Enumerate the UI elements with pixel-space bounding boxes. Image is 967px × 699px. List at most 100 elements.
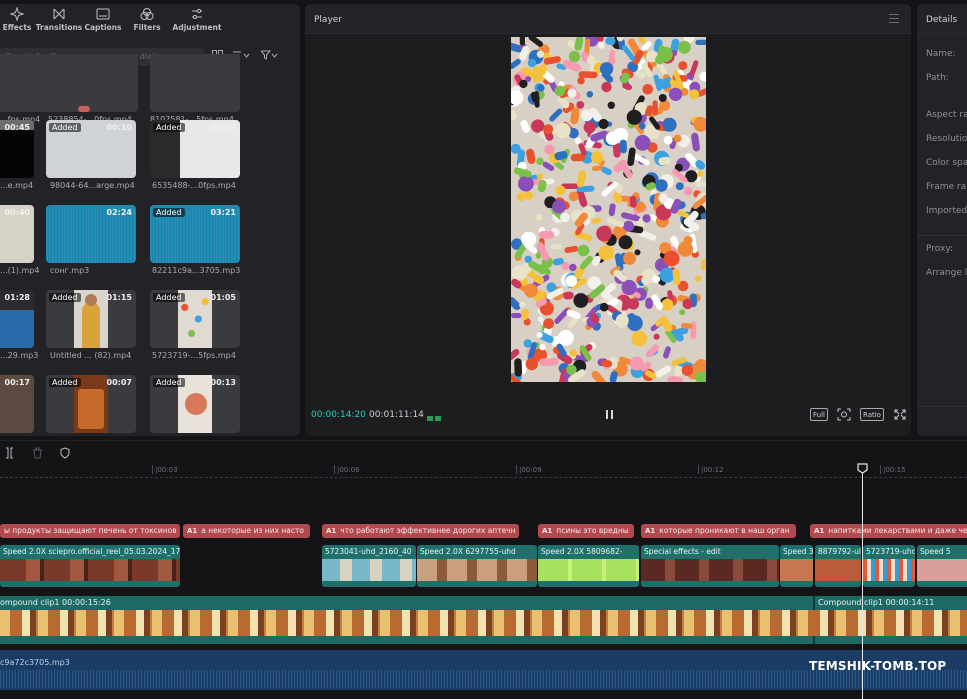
added-badge: Added bbox=[153, 293, 185, 302]
watermark: TEMSHIK-TOMB.TOP bbox=[809, 659, 947, 673]
shield-icon[interactable] bbox=[60, 447, 70, 459]
video-clip[interactable]: Speed 2.0X 5809682- bbox=[538, 545, 639, 587]
media-thumbnail bbox=[150, 54, 240, 112]
full-button[interactable]: Full bbox=[810, 408, 828, 421]
text-clip[interactable]: A1 напитками лекарствами и даже че bbox=[810, 524, 967, 538]
media-duration: 00:40 bbox=[4, 208, 30, 217]
text-clip-label: напитками лекарствами и даже че bbox=[828, 526, 967, 535]
divider bbox=[917, 235, 967, 236]
audio-level-icon bbox=[427, 410, 443, 421]
media-duration: 01:05 bbox=[210, 293, 236, 302]
media-item[interactable]: 01:28 ...29.mp3 bbox=[0, 290, 38, 360]
added-badge: Added bbox=[49, 293, 81, 302]
fullscreen-icon[interactable] bbox=[893, 408, 907, 421]
text-track: ы продукты защищают печень от токсинов A… bbox=[0, 524, 967, 540]
video-clip[interactable]: Speed 2.0X 6297755-uhd bbox=[417, 545, 537, 587]
text-clip[interactable]: ы продукты защищают печень от токсинов bbox=[0, 524, 180, 538]
media-thumbnail: Added 00:16 bbox=[150, 120, 240, 178]
tab-filters[interactable]: Filters bbox=[126, 4, 168, 38]
filter-icon[interactable] bbox=[261, 50, 279, 60]
text-clip-label: что работают эффективнее дорогих аптечн bbox=[340, 526, 516, 535]
media-duration: 03:21 bbox=[210, 208, 236, 217]
media-duration: 00:07 bbox=[106, 378, 132, 387]
text-clip-label: ы продукты защищают печень от токсинов bbox=[4, 526, 177, 535]
zoom-icon[interactable] bbox=[837, 408, 851, 421]
added-badge: Added bbox=[49, 378, 81, 387]
timeline-ruler[interactable]: |00:03 |00:06 |00:09 |00:12 |00:15 bbox=[0, 464, 967, 478]
detail-imported: Imported bbox=[926, 206, 967, 216]
video-clip[interactable]: 5723041-uhd_2160_40 bbox=[322, 545, 416, 587]
media-duration: 01:15 bbox=[106, 293, 132, 302]
media-item[interactable]: 00:40 ...(1).mp4 bbox=[0, 205, 39, 275]
player-panel: Player 00:00:14:20 00:01:11:14 Full Rati… bbox=[305, 4, 911, 436]
media-thumbnail: Added 01:05 bbox=[150, 290, 240, 348]
media-duration: 00:45 bbox=[4, 123, 30, 132]
media-thumbnail: 02:24 bbox=[46, 205, 136, 263]
video-clip[interactable]: Speed 5 bbox=[917, 545, 967, 587]
text-clip-label: которые проникают в наш орган bbox=[659, 526, 790, 535]
sliders-icon bbox=[192, 8, 202, 20]
details-panel: Details Name: Path: Aspect ra Resolutio … bbox=[917, 4, 967, 436]
media-duration: 00:13 bbox=[210, 378, 236, 387]
delete-icon[interactable] bbox=[32, 447, 43, 459]
media-duration: 02:24 bbox=[106, 208, 132, 217]
text-clip[interactable]: A1 которые проникают в наш орган bbox=[641, 524, 796, 538]
video-clip[interactable]: Special effects - edit bbox=[641, 545, 779, 587]
split-icon[interactable] bbox=[5, 447, 14, 459]
text-clip[interactable]: A1 псины это вредны bbox=[538, 524, 634, 538]
text-clip-label: а некоторые из них насто bbox=[201, 526, 304, 535]
media-item-name: 5723719-...5fps.mp4 bbox=[152, 351, 236, 360]
video-clip[interactable]: 8879792-ul bbox=[815, 545, 861, 587]
media-thumbnail: Added 03:21 bbox=[150, 205, 240, 263]
detail-aspect: Aspect ra bbox=[926, 110, 967, 120]
text-clip[interactable]: A1 что работают эффективнее дорогих аптеч… bbox=[322, 524, 519, 538]
media-item[interactable]: Added 00:13 bbox=[150, 375, 240, 436]
ruler-tick: |00:15 bbox=[880, 465, 906, 474]
tab-label: Filters bbox=[133, 23, 161, 32]
video-preview[interactable] bbox=[511, 37, 706, 382]
player-header: Player bbox=[305, 4, 911, 34]
playhead-handle-icon[interactable] bbox=[857, 463, 868, 474]
tab-adjustment[interactable]: Adjustment bbox=[170, 4, 224, 38]
media-thumbnail: 01:28 bbox=[0, 290, 34, 348]
media-item[interactable]: 00:17 bbox=[0, 375, 34, 436]
player-title: Player bbox=[314, 15, 343, 25]
pause-icon[interactable] bbox=[606, 410, 614, 419]
media-thumbnail: Added 00:13 bbox=[150, 375, 240, 433]
captions-icon bbox=[96, 8, 110, 20]
video-clip[interactable]: Speed 2.0X sciepro.official_reel_05.03.2… bbox=[0, 545, 180, 587]
media-item[interactable]: Added 03:21 82211c9a...3705.mp3 bbox=[150, 205, 240, 275]
current-time: 00:00:14:20 bbox=[311, 410, 366, 420]
tab-transitions[interactable]: Transitions bbox=[36, 4, 82, 38]
media-item[interactable]: 02:24 сонг.mp3 bbox=[46, 205, 136, 275]
detail-framerate: Frame ra bbox=[926, 182, 967, 192]
video-clip-label: Speed 2.0X 6297755-uhd bbox=[420, 547, 516, 556]
media-item[interactable]: Added 01:05 5723719-...5fps.mp4 bbox=[150, 290, 240, 360]
added-badge: Added bbox=[153, 208, 185, 217]
ratio-button[interactable]: Ratio bbox=[859, 408, 884, 421]
media-thumbnail: 00:45 bbox=[0, 120, 34, 178]
video-track: Speed 2.0X sciepro.official_reel_05.03.2… bbox=[0, 545, 967, 587]
tab-effects[interactable]: Effects bbox=[0, 4, 34, 38]
video-clip[interactable]: 5723719-uhd bbox=[863, 545, 915, 587]
media-item[interactable]: 5238854-...0fps.mp4 bbox=[48, 54, 138, 124]
tab-captions[interactable]: Captions bbox=[82, 4, 124, 38]
pills-image bbox=[511, 37, 706, 382]
media-item[interactable]: Added 01:15 Untitled ... (82).mp4 bbox=[46, 290, 136, 360]
tab-label: Captions bbox=[84, 23, 122, 32]
media-item[interactable]: 00:45 ...e.mp4 bbox=[0, 120, 34, 190]
menu-icon[interactable] bbox=[889, 14, 899, 26]
added-badge: Added bbox=[49, 123, 81, 132]
media-item[interactable]: Added 00:16 6535488-...0fps.mp4 bbox=[150, 120, 240, 190]
media-thumbnail: 00:40 bbox=[0, 205, 34, 263]
compound-clip-track[interactable]: ompound clip1 00:00:15:26 Compound clip1… bbox=[0, 596, 967, 644]
text-clip[interactable]: A1 а некоторые из них насто bbox=[183, 524, 310, 538]
media-item-name: 6535488-...0fps.mp4 bbox=[152, 181, 236, 190]
divider bbox=[917, 406, 967, 407]
video-clip[interactable]: Speed 394432 bbox=[780, 545, 813, 587]
video-clip-label: Special effects - edit bbox=[644, 547, 721, 556]
media-item[interactable]: Added 00:10 98044-64...arge.mp4 bbox=[46, 120, 136, 190]
media-panel: Effects Transitions Captions Filters Adj… bbox=[0, 4, 300, 436]
media-item[interactable]: Added 00:07 bbox=[46, 375, 136, 436]
media-item[interactable]: 8107581-...5fps.mp4 bbox=[150, 54, 240, 124]
